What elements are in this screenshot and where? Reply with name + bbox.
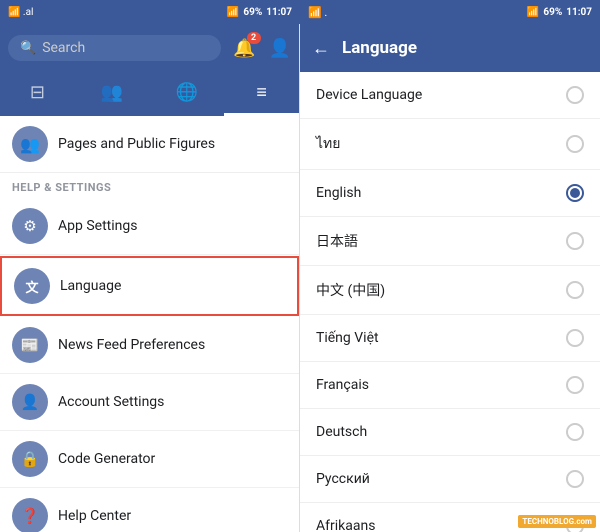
language-header: ← Language: [300, 24, 600, 72]
language-device-label: Device Language: [316, 87, 422, 103]
help-center-icon: ❓: [12, 498, 48, 532]
nav-tab-globe[interactable]: 🌐: [150, 72, 225, 116]
language-title: Language: [342, 38, 417, 58]
language-list: Device Language ไทย English 日本語: [300, 72, 600, 532]
radio-french[interactable]: [566, 376, 584, 394]
search-input[interactable]: 🔍 Search: [8, 35, 221, 61]
language-japanese-label: 日本語: [316, 231, 358, 251]
language-item-chinese[interactable]: 中文 (中国): [300, 266, 600, 315]
header-icons: 🔔 2 👤: [231, 34, 291, 62]
search-placeholder: Search: [42, 40, 85, 56]
back-button[interactable]: ←: [312, 38, 330, 59]
language-item-french[interactable]: Français: [300, 362, 600, 409]
nav-tab-newsfeed[interactable]: ⊟: [0, 72, 75, 116]
language-item-device[interactable]: Device Language: [300, 72, 600, 119]
friend-request-icon[interactable]: 👤: [269, 38, 291, 59]
language-russian-label: Русский: [316, 471, 370, 487]
app-settings-label: App Settings: [58, 218, 137, 234]
language-item-thai[interactable]: ไทย: [300, 119, 600, 170]
code-generator-item[interactable]: 🔒 Code Generator: [0, 431, 299, 488]
help-settings-header: HELP & SETTINGS: [0, 173, 299, 198]
language-vietnamese-label: Tiếng Việt: [316, 330, 379, 346]
language-german-label: Deutsch: [316, 424, 367, 440]
news-feed-icon: 📰: [12, 327, 48, 363]
radio-inner-english: [570, 188, 580, 198]
radio-german[interactable]: [566, 423, 584, 441]
radio-thai[interactable]: [566, 135, 584, 153]
left-menu-list: 👥 Pages and Public Figures HELP & SETTIN…: [0, 116, 299, 532]
account-settings-label: Account Settings: [58, 394, 164, 410]
radio-device[interactable]: [566, 86, 584, 104]
nav-tab-friends[interactable]: 👥: [75, 72, 150, 116]
search-icon: 🔍: [20, 41, 36, 56]
language-chinese-label: 中文 (中国): [316, 280, 385, 300]
left-time: 11:07: [266, 7, 292, 18]
notification-badge: 2: [247, 32, 261, 44]
language-french-label: Français: [316, 377, 369, 393]
language-icon: 文: [14, 268, 50, 304]
pages-and-public-figures-item[interactable]: 👥 Pages and Public Figures: [0, 116, 299, 173]
app-settings-item[interactable]: ⚙ App Settings: [0, 198, 299, 255]
account-settings-icon: 👤: [12, 384, 48, 420]
code-generator-label: Code Generator: [58, 451, 155, 467]
notification-button[interactable]: 🔔 2: [231, 34, 259, 62]
right-time: 11:07: [566, 7, 592, 18]
app-settings-icon: ⚙: [12, 208, 48, 244]
left-battery: 69%: [243, 7, 262, 18]
right-battery: 69%: [543, 7, 562, 18]
language-label: Language: [60, 278, 121, 294]
help-center-item[interactable]: ❓ Help Center: [0, 488, 299, 532]
pages-item-label: Pages and Public Figures: [58, 136, 215, 152]
radio-russian[interactable]: [566, 470, 584, 488]
watermark: TECHNOBLOG.com: [518, 515, 596, 528]
news-feed-preferences-item[interactable]: 📰 News Feed Preferences: [0, 317, 299, 374]
nav-tab-menu[interactable]: ≡: [224, 72, 299, 116]
code-generator-icon: 🔒: [12, 441, 48, 477]
language-item-russian[interactable]: Русский: [300, 456, 600, 503]
radio-english[interactable]: [566, 184, 584, 202]
language-item-japanese[interactable]: 日本語: [300, 217, 600, 266]
search-bar: 🔍 Search 🔔 2 👤: [0, 24, 299, 72]
language-item-english[interactable]: English: [300, 170, 600, 217]
radio-chinese[interactable]: [566, 281, 584, 299]
help-center-label: Help Center: [58, 508, 131, 524]
radio-vietnamese[interactable]: [566, 329, 584, 347]
language-thai-label: ไทย: [316, 133, 340, 155]
language-item-german[interactable]: Deutsch: [300, 409, 600, 456]
account-settings-item[interactable]: 👤 Account Settings: [0, 374, 299, 431]
radio-japanese[interactable]: [566, 232, 584, 250]
language-item-vietnamese[interactable]: Tiếng Việt: [300, 315, 600, 362]
language-item[interactable]: 文 Language: [0, 256, 299, 316]
nav-tabs: ⊟ 👥 🌐 ≡: [0, 72, 299, 116]
news-feed-label: News Feed Preferences: [58, 337, 205, 353]
pages-icon: 👥: [12, 126, 48, 162]
language-english-label: English: [316, 185, 361, 201]
language-afrikaans-label: Afrikaans: [316, 518, 375, 532]
